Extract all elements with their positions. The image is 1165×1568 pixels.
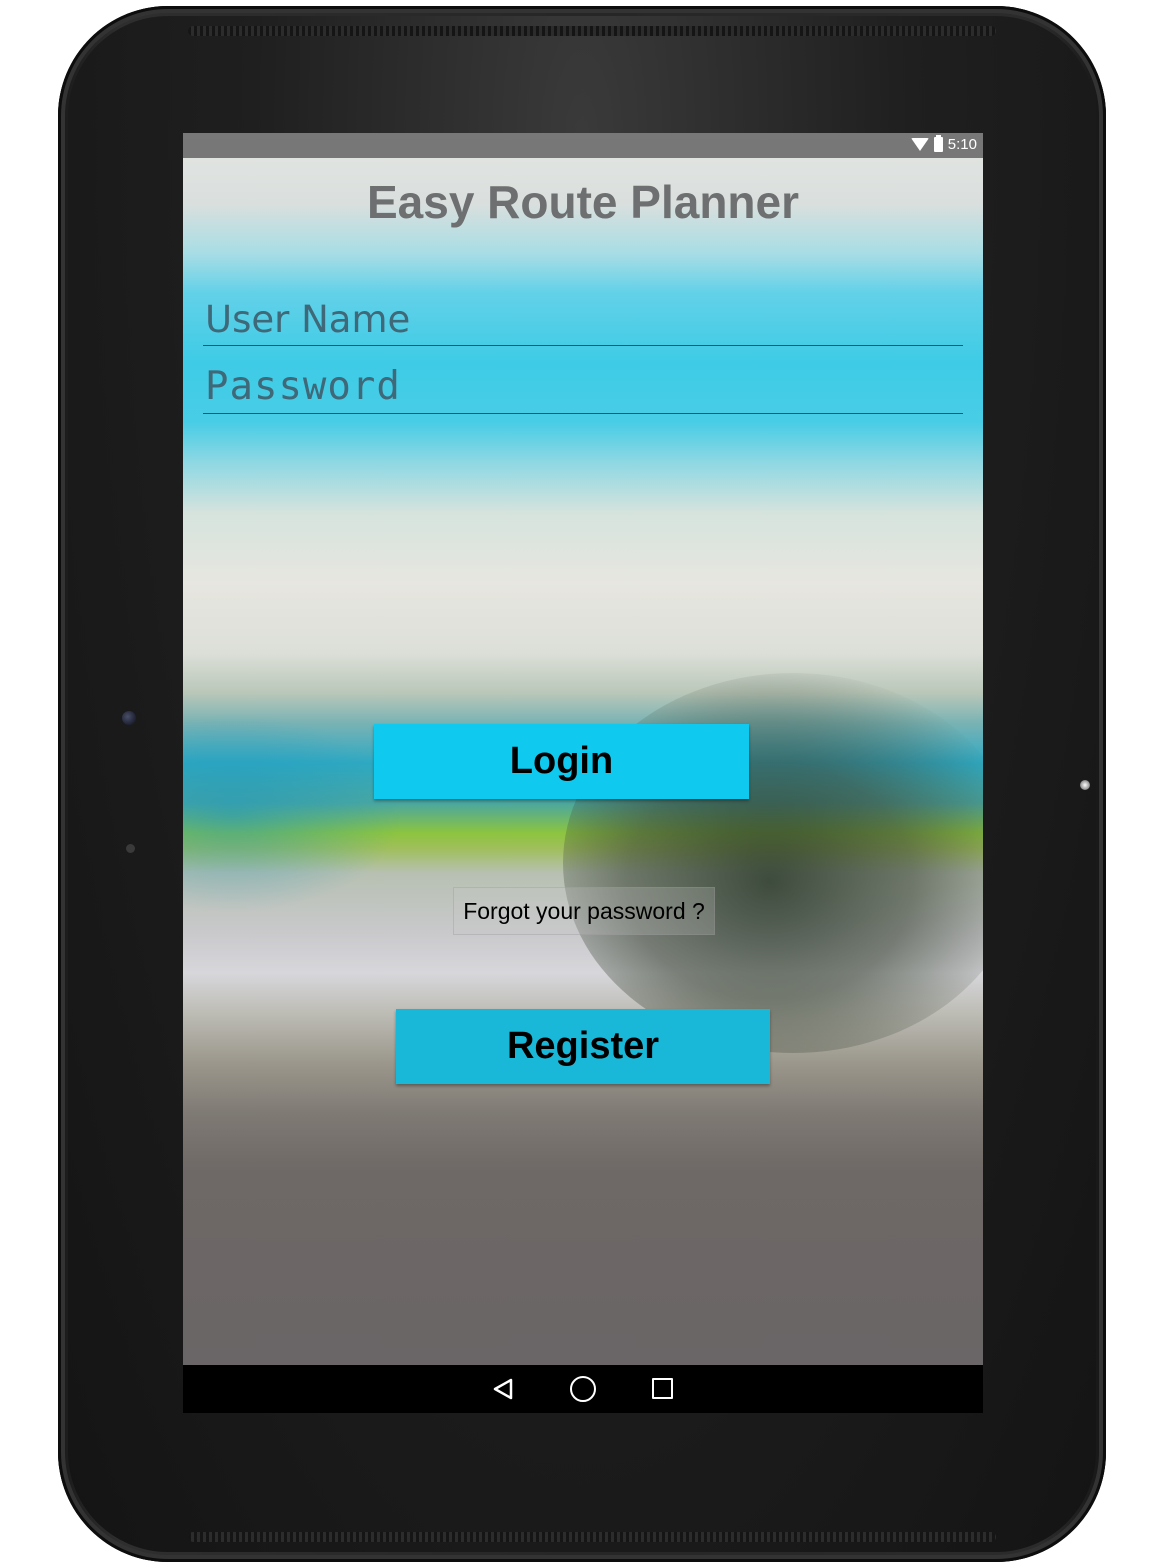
back-icon[interactable] bbox=[492, 1378, 514, 1400]
username-placeholder: User Name bbox=[205, 298, 411, 341]
wifi-icon bbox=[910, 138, 929, 151]
app-title: Easy Route Planner bbox=[366, 176, 800, 228]
bottom-speaker-grille bbox=[188, 1532, 996, 1542]
register-button[interactable]: Register bbox=[396, 1009, 770, 1084]
tablet-device-frame: 5:10 Easy Route Planner User Name Passwo… bbox=[58, 6, 1106, 1562]
top-speaker-grille bbox=[188, 26, 996, 36]
status-bar: 5:10 bbox=[183, 133, 983, 158]
front-camera-icon bbox=[122, 711, 136, 725]
username-field[interactable]: User Name bbox=[203, 295, 963, 346]
recent-apps-icon[interactable] bbox=[652, 1378, 673, 1399]
password-placeholder: Password bbox=[205, 364, 401, 409]
device-screen: 5:10 Easy Route Planner User Name Passwo… bbox=[183, 133, 983, 1413]
login-button[interactable]: Login bbox=[374, 724, 749, 799]
status-time: 5:10 bbox=[947, 136, 977, 153]
battery-icon bbox=[933, 135, 943, 152]
light-sensor bbox=[126, 844, 135, 853]
home-icon[interactable] bbox=[570, 1376, 596, 1402]
navigation-bar bbox=[183, 1365, 983, 1413]
notification-light bbox=[1080, 780, 1090, 790]
password-field[interactable]: Password bbox=[203, 363, 963, 414]
status-icons: 5:10 bbox=[910, 135, 977, 153]
forgot-password-link[interactable]: Forgot your password ? bbox=[453, 887, 715, 935]
